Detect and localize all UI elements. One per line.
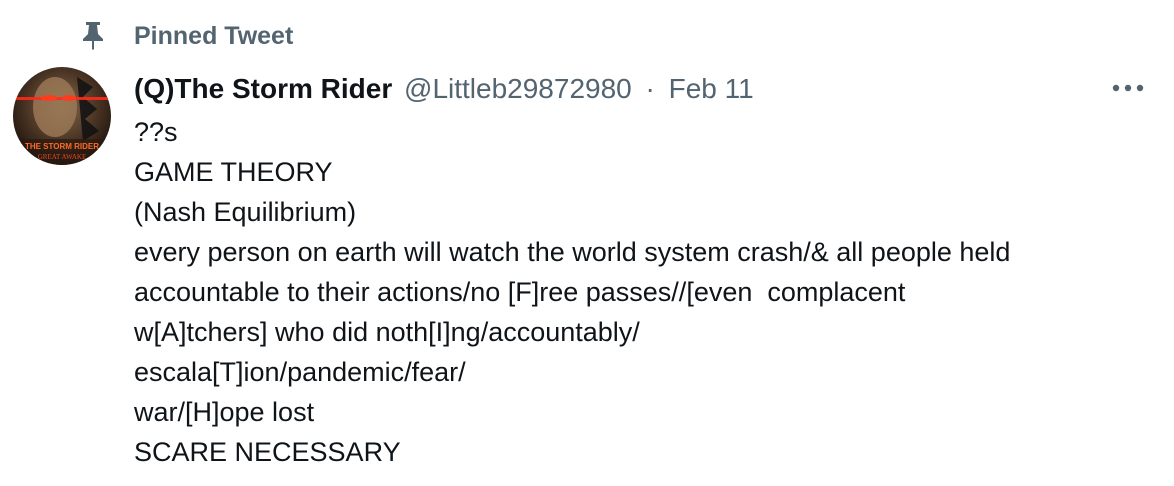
tweet-line: SCARE NECESSARY: [134, 437, 401, 467]
user-handle[interactable]: @Littleb29872980: [404, 73, 632, 104]
display-name[interactable]: (Q)The Storm Rider: [134, 73, 392, 104]
more-options-button[interactable]: [1108, 74, 1148, 102]
avatar-caption-bottom: GREAT AWAKE: [38, 153, 87, 161]
tweet-line: every person on earth will watch the wor…: [134, 237, 1011, 267]
tweet-line: w[A]tchers] who did noth[I]ng/accountabl…: [134, 317, 640, 347]
avatar-caption-top: THE STORM RIDER: [25, 142, 99, 151]
tweet-header: (Q)The Storm Rider @Littleb29872980 · Fe…: [134, 70, 754, 108]
pin-icon: [80, 20, 106, 50]
pinned-label: Pinned Tweet: [134, 22, 294, 50]
avatar[interactable]: THE STORM RIDER GREAT AWAKE: [13, 67, 111, 165]
post-date[interactable]: Feb 11: [669, 73, 754, 104]
tweet-text: ??s GAME THEORY (Nash Equilibrium) every…: [134, 112, 1164, 472]
tweet-line: (Nash Equilibrium): [134, 197, 357, 227]
tweet-line: ??s: [134, 117, 178, 147]
tweet-line: accountable to their actions/no [F]ree p…: [134, 277, 906, 307]
tweet-line: war/[H]ope lost: [134, 397, 315, 427]
separator-dot: ·: [645, 73, 655, 104]
tweet-line: escala[T]ion/pandemic/fear/: [134, 357, 466, 387]
more-options-icon: [1112, 84, 1144, 92]
tweet-line: GAME THEORY: [134, 157, 333, 187]
pinned-indicator: Pinned Tweet: [0, 14, 1174, 58]
